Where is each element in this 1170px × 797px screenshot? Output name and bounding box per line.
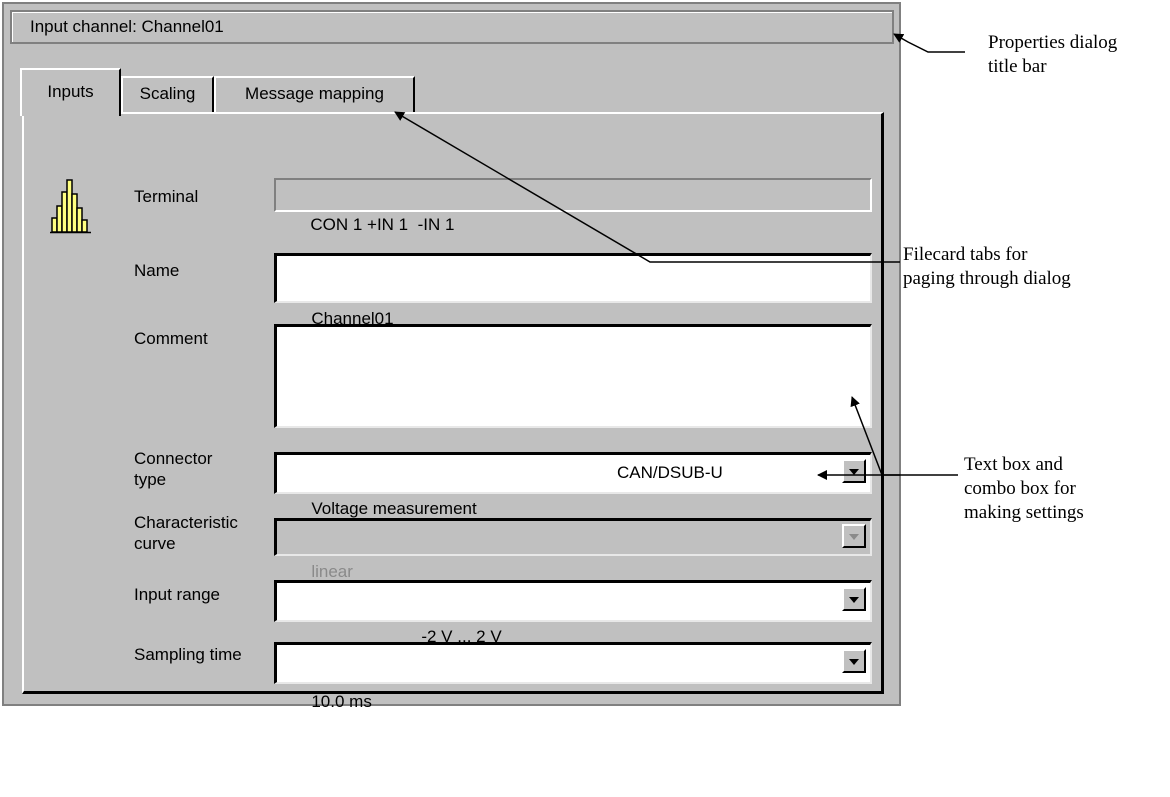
tab-inputs-label: Inputs xyxy=(47,82,94,101)
connector-type-label-line1: Connector xyxy=(134,449,213,468)
annotation-settings-line3: making settings xyxy=(964,502,1084,523)
connector-type-label: Connector type xyxy=(134,448,212,490)
name-label: Name xyxy=(134,261,180,280)
annotation-settings-line2: combo box for xyxy=(964,478,1076,499)
properties-dialog: Input channel: Channel01 Inputs Scaling … xyxy=(2,2,901,711)
input-range-dropdown-button[interactable] xyxy=(842,587,866,611)
annotation-title-bar: Properties dialog title bar xyxy=(988,31,1117,79)
tab-message-mapping[interactable]: Message mapping xyxy=(214,76,415,113)
sampling-time-value: 10.0 ms xyxy=(311,692,372,711)
connector-type-label-line2: type xyxy=(134,470,167,489)
characteristic-curve-combobox[interactable]: linear xyxy=(274,518,872,581)
annotation-filecard-tabs: Filecard tabs for paging through dialog xyxy=(903,243,1071,291)
annotation-settings-line1: Text box and xyxy=(964,454,1063,475)
arrow-title-bar xyxy=(893,33,965,53)
input-range-combobox[interactable]: -2 V ... 2 V xyxy=(274,580,872,646)
tab-inputs[interactable]: Inputs xyxy=(20,68,121,116)
annotation-filecard-tabs-line2: paging through dialog xyxy=(903,268,1071,289)
tab-message-mapping-label: Message mapping xyxy=(245,84,384,103)
annotation-settings: Text box and combo box for making settin… xyxy=(964,453,1084,525)
sampling-time-dropdown-button[interactable] xyxy=(842,649,866,673)
dialog-title-bar: Input channel: Channel01 xyxy=(10,10,894,44)
connector-type-value: Voltage measurement xyxy=(311,499,477,518)
connector-type-value-2: CAN/DSUB-U xyxy=(617,463,723,482)
characteristic-curve-label-line2: curve xyxy=(134,534,176,553)
characteristic-curve-value: linear xyxy=(311,562,353,581)
name-input[interactable]: Channel01 xyxy=(274,253,872,328)
dialog-title: Input channel: Channel01 xyxy=(30,17,224,36)
comment-label: Comment xyxy=(134,329,208,348)
tab-scaling[interactable]: Scaling xyxy=(121,76,214,113)
terminal-field: CON 1 +IN 1 -IN 1 xyxy=(274,178,872,234)
sampling-time-combobox[interactable]: 10.0 ms xyxy=(274,642,872,711)
connector-type-combobox[interactable]: Voltage measurement CAN/DSUB-U xyxy=(274,452,872,518)
tab-scaling-label: Scaling xyxy=(139,84,196,103)
characteristic-curve-label: Characteristic curve xyxy=(134,512,238,554)
tab-panel-inputs: Terminal CON 1 +IN 1 -IN 1 Name Channel0… xyxy=(22,112,884,711)
comment-textarea[interactable] xyxy=(274,324,872,428)
histogram-icon xyxy=(50,179,91,234)
terminal-value: CON 1 +IN 1 -IN 1 xyxy=(310,215,455,234)
terminal-label: Terminal xyxy=(134,187,199,206)
annotation-title-bar-line1: Properties dialog xyxy=(988,32,1118,53)
sampling-time-label: Sampling time xyxy=(134,645,242,664)
connector-type-dropdown-button[interactable] xyxy=(842,459,866,483)
annotation-title-bar-line2: title bar xyxy=(988,56,1047,77)
characteristic-curve-dropdown-button[interactable] xyxy=(842,524,866,548)
annotation-filecard-tabs-line1: Filecard tabs for xyxy=(903,244,1028,265)
input-range-label: Input range xyxy=(134,585,221,604)
characteristic-curve-label-line1: Characteristic xyxy=(134,513,238,532)
